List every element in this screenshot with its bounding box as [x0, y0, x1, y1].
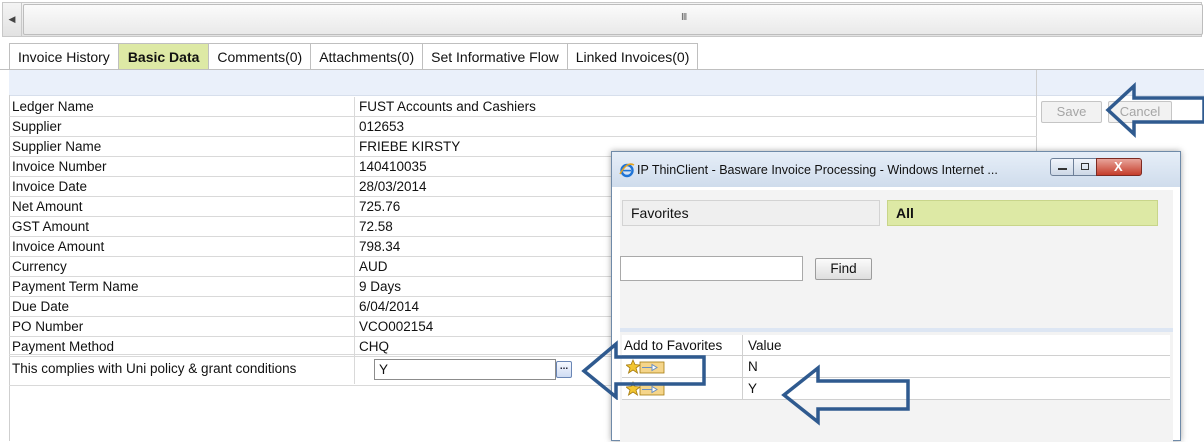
- tab-comments[interactable]: Comments(0): [208, 43, 312, 69]
- field-value: 72.58: [359, 219, 393, 234]
- field-value: 012653: [359, 119, 405, 134]
- annotation-arrow-value-y: [781, 364, 910, 426]
- field-value: FRIEBE KIRSTY: [359, 139, 461, 154]
- field-label: Net Amount: [12, 199, 83, 214]
- field-value: VCO002154: [359, 319, 434, 334]
- popup-separator: [620, 328, 1173, 332]
- field-value: 28/03/2014: [359, 179, 427, 194]
- policy-compliance-input[interactable]: Y: [374, 359, 556, 380]
- column-divider: [742, 356, 743, 377]
- horizontal-scrollbar[interactable]: ◀ III: [2, 2, 1203, 37]
- field-value: 6/04/2014: [359, 299, 420, 314]
- field-label: Invoice Amount: [12, 239, 105, 254]
- field-label: Due Date: [12, 299, 70, 314]
- field-value: AUD: [359, 259, 388, 274]
- field-value: FUST Accounts and Cashiers: [359, 99, 536, 114]
- field-label: Payment Term Name: [12, 279, 139, 294]
- maximize-icon[interactable]: [1073, 158, 1097, 176]
- policy-compliance-value: Y: [379, 362, 389, 377]
- tab-all-label: All: [896, 205, 914, 221]
- tab-set-informative-flow[interactable]: Set Informative Flow: [422, 43, 568, 69]
- field-label: GST Amount: [12, 219, 90, 234]
- row-value: N: [748, 359, 758, 374]
- row-value: Y: [748, 381, 758, 396]
- annotation-arrow-save: [1105, 82, 1204, 138]
- field-row-ledger-name: Ledger Name FUST Accounts and Cashiers: [9, 97, 1037, 117]
- scrollbar-grip-icon: III: [681, 12, 687, 23]
- field-label: Ledger Name: [12, 99, 94, 114]
- close-icon[interactable]: X: [1096, 158, 1142, 176]
- scrollbar-thumb[interactable]: [23, 4, 1203, 35]
- grid-header-bar: [9, 70, 1204, 96]
- tab-attachments[interactable]: Attachments(0): [310, 43, 424, 69]
- tab-linked-invoices[interactable]: Linked Invoices(0): [566, 43, 699, 69]
- policy-compliance-label: This complies with Uni policy & grant co…: [12, 361, 297, 376]
- annotation-arrow-lookup: [581, 340, 706, 400]
- save-button[interactable]: Save: [1041, 101, 1102, 123]
- field-label: Currency: [12, 259, 67, 274]
- search-input[interactable]: [620, 256, 803, 281]
- field-value: 9 Days: [359, 279, 402, 294]
- popup-title-bar[interactable]: IP ThinClient - Basware Invoice Processi…: [612, 152, 1180, 187]
- column-divider: [742, 378, 743, 399]
- column-header-value: Value: [748, 338, 782, 353]
- find-button[interactable]: Find: [815, 258, 872, 280]
- tab-basic-data[interactable]: Basic Data: [117, 43, 210, 69]
- field-label: PO Number: [12, 319, 84, 334]
- field-value: 725.76: [359, 199, 401, 214]
- tab-all[interactable]: All: [887, 200, 1158, 226]
- column-divider: [742, 335, 743, 355]
- field-value: 798.34: [359, 239, 401, 254]
- field-label: Supplier Name: [12, 139, 102, 154]
- lookup-button[interactable]: ...: [556, 361, 572, 378]
- grid-column-divider: [354, 97, 355, 384]
- tab-invoice-history[interactable]: Invoice History: [9, 43, 119, 69]
- field-value: 140410035: [359, 159, 427, 174]
- popup-title: IP ThinClient - Basware Invoice Processi…: [637, 163, 998, 177]
- field-label: Invoice Number: [12, 159, 107, 174]
- field-label: Payment Method: [12, 339, 115, 354]
- minimize-icon[interactable]: [1050, 158, 1074, 176]
- internet-explorer-icon: [619, 163, 635, 178]
- tab-favorites[interactable]: Favorites: [622, 200, 880, 226]
- field-value: CHQ: [359, 339, 389, 354]
- scroll-left-arrow-icon[interactable]: ◀: [3, 3, 22, 36]
- tab-bar: Invoice History Basic Data Comments(0) A…: [9, 43, 699, 69]
- field-label: Supplier: [12, 119, 62, 134]
- field-row-supplier: Supplier 012653: [9, 117, 1037, 137]
- tab-favorites-label: Favorites: [631, 205, 689, 221]
- field-label: Invoice Date: [12, 179, 88, 194]
